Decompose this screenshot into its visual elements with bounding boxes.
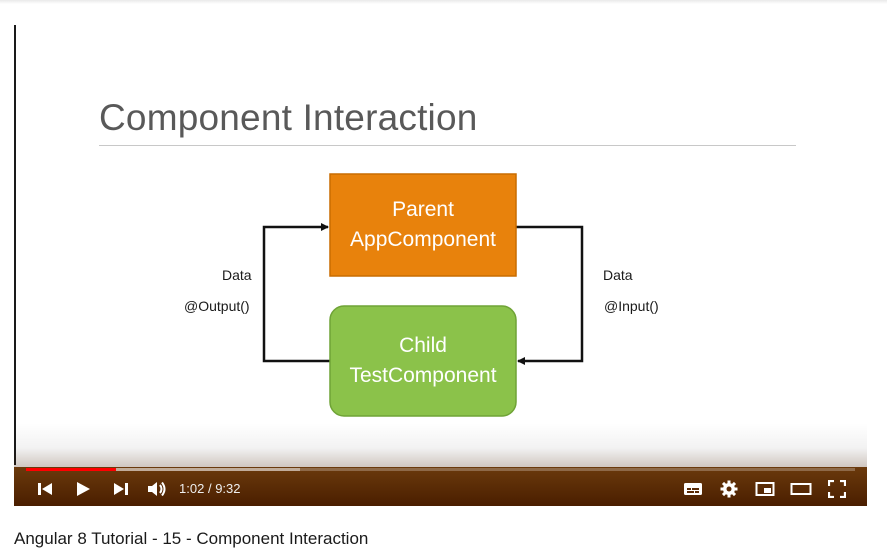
child-box-label: Child TestComponent	[330, 331, 516, 391]
duration: 9:32	[215, 481, 241, 496]
miniplayer-icon[interactable]	[753, 478, 777, 500]
input-arrow	[516, 225, 584, 365]
parent-box-label: Parent AppComponent	[330, 195, 516, 255]
skip-previous-icon[interactable]	[34, 478, 56, 500]
parent-box-line1: Parent	[392, 198, 454, 221]
left-data-label: Data	[222, 267, 252, 283]
video-title[interactable]: Angular 8 Tutorial - 15 - Component Inte…	[14, 529, 368, 549]
subtitles-icon[interactable]	[681, 478, 705, 500]
play-icon[interactable]	[72, 478, 94, 500]
top-divider	[0, 0, 887, 4]
progress-played	[26, 468, 116, 471]
output-arrow	[262, 223, 330, 363]
gear-icon[interactable]	[717, 478, 741, 500]
fullscreen-icon[interactable]	[825, 478, 849, 500]
theater-mode-icon[interactable]	[789, 478, 813, 500]
skip-next-icon[interactable]	[110, 478, 132, 500]
progress-bar[interactable]	[26, 468, 855, 471]
current-time: 1:02	[179, 481, 205, 496]
right-data-label: Data	[603, 267, 633, 283]
volume-icon[interactable]	[145, 478, 169, 500]
output-decorator-label: @Output()	[184, 298, 250, 314]
video-player[interactable]: Component Interaction Parent AppComponen…	[14, 25, 867, 506]
time-separator: /	[207, 481, 212, 496]
child-box-line2: TestComponent	[349, 364, 497, 387]
child-box-line1: Child	[399, 334, 447, 357]
time-display: 1:02 / 9:32	[179, 481, 241, 496]
input-decorator-label: @Input()	[604, 298, 659, 314]
parent-box-line2: AppComponent	[350, 228, 496, 251]
